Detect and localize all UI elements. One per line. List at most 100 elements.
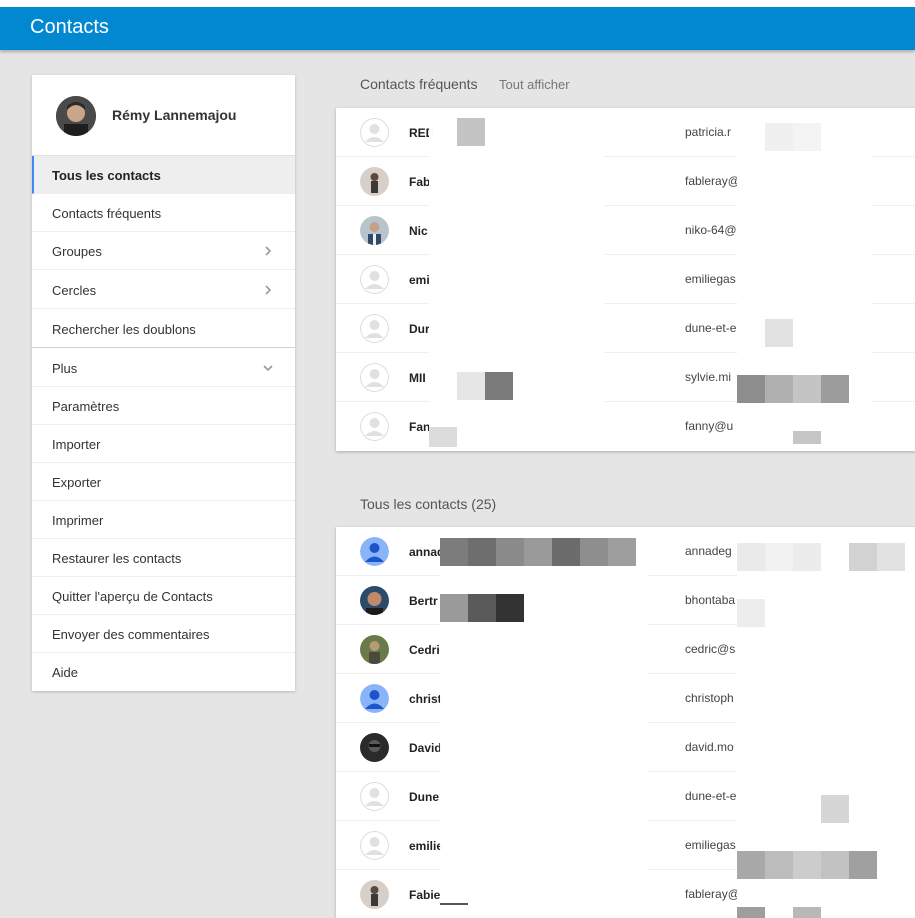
nav-label: Tous les contacts [52,168,161,183]
nav-label: Envoyer des commentaires [52,627,210,642]
nav-label: Aide [52,665,79,680]
redaction-pixel [765,123,793,151]
redaction-pixel [793,543,821,571]
nav-label: Rechercher les doublons [52,322,196,337]
contact-email: fanny@u [685,419,734,433]
redaction-pixel [821,795,849,823]
redaction-pixel [429,427,457,447]
nav-restore-contacts[interactable]: Restaurer les contacts [32,539,295,577]
contact-email: sylvie.mi [685,370,732,384]
redaction-pixel [608,538,636,566]
contact-email: emiliegas [685,838,736,852]
contact-name: Nic [409,224,428,238]
redaction-pixel [765,319,793,347]
contact-name: emi [409,273,430,287]
contact-email: patricia.r [685,125,732,139]
default-avatar-icon [360,782,389,811]
contact-email: dune-et-e [685,789,737,803]
nav-all-contacts[interactable]: Tous les contacts [32,156,295,194]
redaction-overlay [440,527,648,918]
redaction-pixel [877,543,905,571]
redaction-pixel [793,851,821,879]
redaction-pixel [440,594,468,622]
contact-name: Dune [409,790,439,804]
profile-header[interactable]: Rémy Lannemajou [32,75,295,156]
contact-email: cedric@s [685,642,736,656]
nav-import[interactable]: Importer [32,425,295,463]
redaction-pixel [737,907,765,918]
top-strip [0,0,915,7]
redaction-pixel [496,594,524,622]
all-contacts-heading: Tous les contacts (25) [360,496,497,512]
nav-circles[interactable]: Cercles [32,271,295,309]
redaction-pixel [765,851,793,879]
redaction-pixel [821,375,849,403]
redaction-pixel [765,375,793,403]
redaction-pixel [485,372,513,400]
blue-avatar-icon [360,537,389,566]
redaction-pixel [580,538,608,566]
show-all-link[interactable]: Tout afficher [499,77,570,92]
contact-photo-avatar [360,733,389,762]
redaction-pixel [457,372,485,400]
profile-avatar[interactable] [56,96,96,136]
default-avatar-icon [360,831,389,860]
contact-email: annadeg [685,544,732,558]
nav-label: Contacts fréquents [52,206,162,221]
contact-name: Cedri [409,643,440,657]
contact-email: fableray@ [685,174,740,188]
contact-email: niko-64@ [685,223,737,237]
contact-email: david.mo [685,740,734,754]
contact-name: Fan [409,420,431,434]
contact-photo-avatar [360,880,389,909]
redaction-pixel [793,431,821,444]
default-avatar-icon [360,412,389,441]
contact-name: Dur [409,322,430,336]
redaction-pixel [468,594,496,622]
nav-send-feedback[interactable]: Envoyer des commentaires [32,615,295,653]
nav-settings[interactable]: Paramètres [32,387,295,425]
nav-more[interactable]: Plus [32,349,295,387]
redaction-pixel [737,851,765,879]
default-avatar-icon [360,314,389,343]
frequent-contacts-heading: Contacts fréquents [360,76,478,92]
contact-name: Fab [409,175,431,189]
nav-label: Paramètres [52,399,120,414]
contact-name: emilie [409,839,444,853]
default-avatar-icon [360,118,389,147]
redaction-pixel [821,851,849,879]
nav-label: Importer [52,437,101,452]
frequent-contacts-card: RED patricia.r Fab fableray@ Nic niko-64… [336,108,915,451]
contact-email: emiliegas [685,272,736,286]
redaction-overlay [429,108,604,451]
nav-label: Restaurer les contacts [52,551,182,566]
contact-photo-avatar [360,635,389,664]
nav-find-duplicates[interactable]: Rechercher les doublons [32,310,295,348]
redaction-pixel [524,538,552,566]
contact-email: dune-et-e [685,321,737,335]
nav-label: Plus [52,361,78,376]
nav-help[interactable]: Aide [32,653,295,691]
contact-photo-avatar [360,167,389,196]
redaction-pixel [468,538,496,566]
default-avatar-icon [360,363,389,392]
contact-name: MII [409,371,426,385]
nav-print[interactable]: Imprimer [32,501,295,539]
nav-quit-preview[interactable]: Quitter l'aperçu de Contacts [32,577,295,615]
redaction-pixel [440,903,468,905]
nav-groups[interactable]: Groupes [32,232,295,270]
redaction-pixel [793,375,821,403]
contact-name: Fabie [409,888,441,902]
contact-email: fableray@ [685,887,740,901]
contact-name: David [409,741,442,755]
nav-export[interactable]: Exporter [32,463,295,501]
nav-frequent-contacts[interactable]: Contacts fréquents [32,194,295,232]
blue-avatar-icon [360,684,389,713]
all-contacts-card: annad annadeg Bertr bhontaba Cedri cedri… [336,527,915,918]
contact-photo-avatar [360,216,389,245]
contact-email: christoph [685,691,734,705]
redaction-pixel [552,538,580,566]
contact-name: Bertr [409,594,438,608]
redaction-pixel [849,543,877,571]
app-title[interactable]: Contacts [30,16,109,39]
